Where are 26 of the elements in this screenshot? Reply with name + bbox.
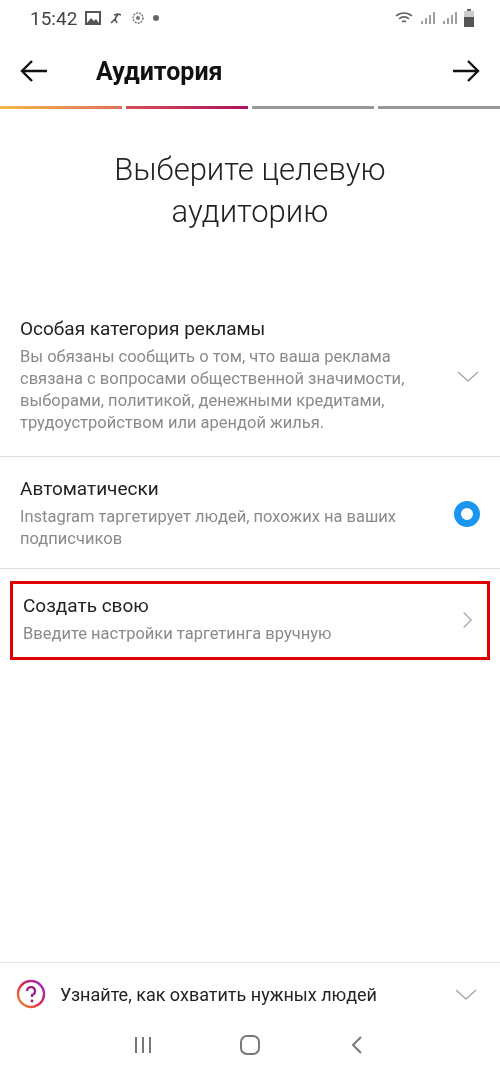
- question-icon[interactable]: [16, 979, 46, 1009]
- highlight-frame[interactable]: Создать свою Введите настройки таргетинга вручную: [10, 581, 490, 660]
- screen-title: Аудитория: [96, 56, 223, 86]
- status-time: 15:42: [30, 6, 78, 30]
- flower-icon: [131, 11, 146, 25]
- dot-icon: [153, 15, 160, 21]
- option-description: Введите настройки таргетинга вручную: [23, 623, 333, 645]
- wifi-icon: [394, 10, 414, 26]
- running-figure-icon: [109, 11, 124, 25]
- forward-arrow-icon[interactable]: [452, 59, 480, 83]
- back-arrow-icon[interactable]: [20, 59, 48, 83]
- option-title: Особая категория рекламы: [20, 317, 267, 340]
- signal-icon: [420, 11, 436, 25]
- page-heading: Выберите целевую аудиторию: [113, 150, 387, 232]
- option-description: Instagram таргетирует людей, похожих на ваших подписчиков: [20, 506, 398, 550]
- signal-icon: [442, 11, 458, 25]
- option-description: Вы обязаны сообщить о том, что ваша реклама связана с вопросами общественной значимости, выборами, политикой, денежными кредитами, трудоустройством или арендой жилья.: [20, 346, 406, 434]
- radio-button[interactable]: [454, 500, 480, 527]
- option-title: Создать свою: [23, 594, 150, 617]
- option-title: Автоматически: [20, 477, 160, 500]
- home-icon[interactable]: [239, 1035, 261, 1055]
- battery-icon: [464, 9, 474, 27]
- option-row[interactable]: Автоматически Instagram таргетирует людей, похожих на ваших подписчиков: [0, 457, 500, 569]
- help-link[interactable]: Узнайте, как охватить нужных людей: [60, 983, 440, 1005]
- image-icon: [85, 11, 102, 25]
- option-row[interactable]: Особая категория рекламы Вы обязаны сообщить о том, что ваша реклама связана с вопросами общественной значимости, выборами, политикой, денежными кредитами, трудоустройством или арендой жилья.: [0, 317, 500, 457]
